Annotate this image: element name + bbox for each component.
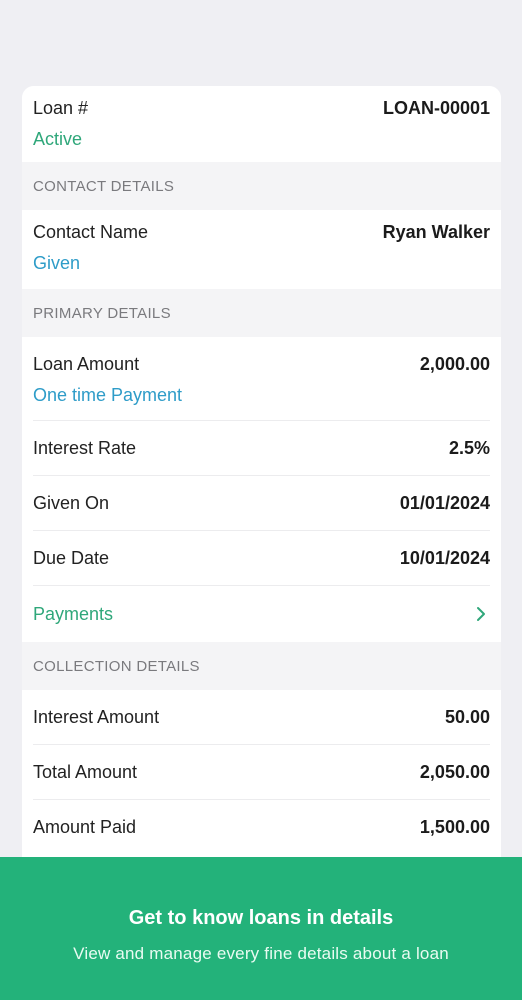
due-date-label: Due Date: [33, 547, 110, 568]
total-amount-value: 2,050.00: [419, 761, 490, 782]
contact-details-header: CONTACT DETAILS: [22, 162, 501, 210]
chevron-right-svg: [477, 607, 485, 621]
due-date-row: Due Date 10/01/2024: [33, 531, 490, 585]
loan-number-row: Loan # LOAN-00001: [33, 98, 490, 119]
amount-paid-block: Amount Paid 1,500.00: [22, 800, 501, 854]
loan-amount-block: Loan Amount 2,000.00 One time Payment: [22, 337, 501, 420]
interest-rate-block: Interest Rate 2.5%: [22, 421, 501, 476]
contact-block[interactable]: Contact Name Ryan Walker Given: [22, 210, 501, 289]
loan-amount-label: Loan Amount: [33, 354, 140, 374]
amount-paid-value: 1,500.00: [419, 816, 490, 837]
interest-amount-value: 50.00: [444, 706, 490, 727]
contact-name-value: Ryan Walker: [382, 222, 490, 242]
loan-header-block: Loan # LOAN-00001 Active: [22, 86, 501, 162]
loan-amount-value: 2,000.00: [419, 354, 490, 374]
interest-amount-row: Interest Amount 50.00: [33, 690, 490, 744]
loan-number-value: LOAN-00001: [382, 98, 490, 118]
amount-paid-label: Amount Paid: [33, 816, 137, 837]
collection-details-header: COLLECTION DETAILS: [22, 642, 501, 690]
loan-status-badge: Active: [33, 129, 83, 149]
interest-amount-block: Interest Amount 50.00: [22, 690, 501, 745]
given-on-row: Given On 01/01/2024: [33, 476, 490, 530]
banner-subtitle: View and manage every fine details about…: [73, 944, 449, 963]
interest-rate-value: 2.5%: [448, 437, 490, 458]
interest-rate-label: Interest Rate: [33, 437, 137, 458]
due-date-value: 10/01/2024: [399, 547, 490, 568]
loan-type-label: Given: [33, 253, 81, 273]
payment-type-label: One time Payment: [33, 385, 183, 405]
payments-row[interactable]: Payments: [33, 586, 490, 642]
payments-block[interactable]: Payments: [22, 586, 501, 642]
total-amount-block: Total Amount 2,050.00: [22, 745, 501, 800]
amount-paid-row: Amount Paid 1,500.00: [33, 800, 490, 854]
chevron-right-icon[interactable]: [474, 605, 488, 623]
given-on-block: Given On 01/01/2024: [22, 476, 501, 531]
primary-details-header: PRIMARY DETAILS: [22, 289, 501, 337]
due-date-block: Due Date 10/01/2024: [22, 531, 501, 586]
loan-details-card: Loan # LOAN-00001 Active CONTACT DETAILS…: [22, 86, 501, 886]
loan-number-label: Loan #: [33, 98, 89, 118]
total-amount-label: Total Amount: [33, 761, 138, 782]
payments-link[interactable]: Payments: [33, 604, 113, 625]
total-amount-row: Total Amount 2,050.00: [33, 745, 490, 799]
given-on-label: Given On: [33, 492, 110, 513]
interest-amount-label: Interest Amount: [33, 706, 160, 727]
contact-name-row: Contact Name Ryan Walker: [33, 222, 490, 243]
contact-name-label: Contact Name: [33, 222, 149, 242]
banner-title: Get to know loans in details: [128, 907, 394, 929]
given-on-value: 01/01/2024: [399, 492, 490, 513]
onboarding-banner: Get to know loans in details View and ma…: [0, 857, 522, 1000]
loan-amount-row: Loan Amount 2,000.00: [33, 354, 490, 375]
loan-details-screen: Loan # LOAN-00001 Active CONTACT DETAILS…: [0, 0, 522, 1000]
interest-rate-row: Interest Rate 2.5%: [33, 421, 490, 475]
